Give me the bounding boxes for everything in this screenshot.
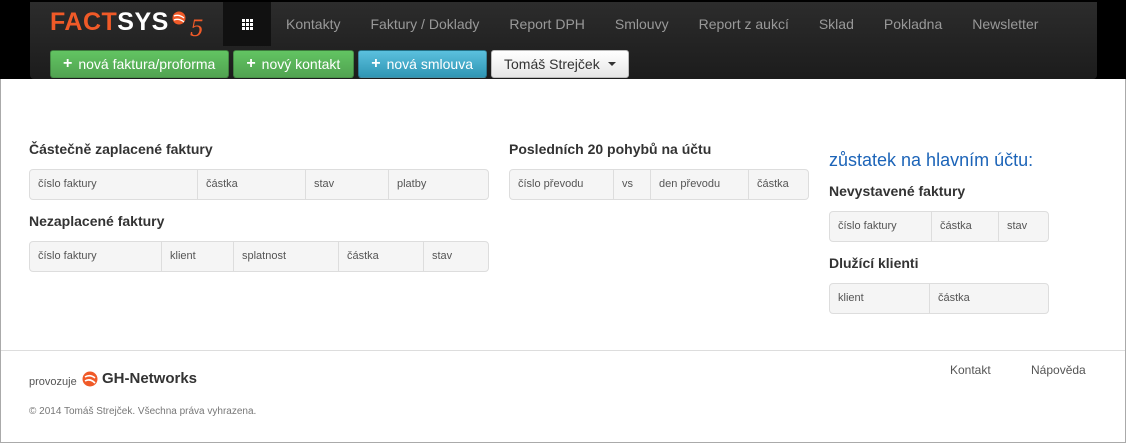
table-header-cell[interactable]: částka (748, 170, 808, 199)
navbar: FACT SYS 5 Kontakty Faktury / Doklady Rep… (30, 2, 1097, 79)
gh-networks-logo[interactable]: GH-Networks (82, 370, 197, 387)
table-header-cell[interactable]: číslo faktury (30, 170, 197, 199)
partial-invoices-title: Částečně zaplacené faktury (29, 141, 213, 157)
plus-icon: + (63, 55, 73, 72)
new-contract-button[interactable]: + nová smlouva (358, 50, 487, 78)
unpaid-invoices-table: číslo faktury klient splatnost částka st… (29, 241, 489, 272)
footer-divider (1, 350, 1125, 351)
footer-link-napoveda[interactable]: Nápověda (1031, 363, 1086, 377)
table-header-cell[interactable]: částka (197, 170, 305, 199)
new-contact-button[interactable]: + nový kontakt (233, 50, 355, 78)
debtors-table: klient částka (829, 283, 1049, 314)
nav-faktury[interactable]: Faktury / Doklady (355, 2, 494, 46)
copyright-text: © 2014 Tomáš Strejček. Všechna práva vyh… (29, 406, 257, 417)
plus-icon: + (246, 55, 256, 72)
account-movements-table: číslo převodu vs den převodu částka (509, 169, 809, 200)
table-header-cell[interactable]: klient (830, 284, 929, 313)
operated-by-label: provozuje (29, 376, 77, 388)
new-contract-label: nová smlouva (386, 56, 473, 72)
nav-report-aukci[interactable]: Report z aukcí (684, 2, 804, 46)
brand-logo[interactable]: FACT SYS 5 (50, 8, 204, 42)
brand-version: 5 (189, 17, 205, 42)
partial-invoices-table: číslo faktury částka stav platby (29, 169, 489, 200)
brand-name-b: SYS (117, 8, 169, 36)
main-nav: Kontakty Faktury / Doklady Report DPH Sm… (271, 2, 1053, 46)
table-header-cell[interactable]: stav (998, 212, 1048, 241)
grid-icon (241, 18, 253, 30)
table-header-cell[interactable]: stav (305, 170, 388, 199)
new-invoice-label: nová faktura/proforma (78, 56, 216, 72)
footer-link-kontakt[interactable]: Kontakt (950, 363, 991, 377)
table-header-cell[interactable]: číslo faktury (30, 242, 161, 271)
table-header-cell[interactable]: číslo faktury (830, 212, 931, 241)
unpaid-invoices-title: Nezaplacené faktury (29, 213, 165, 229)
nav-sklad[interactable]: Sklad (804, 2, 869, 46)
action-bar: + nová faktura/proforma + nový kontakt +… (50, 50, 629, 78)
nav-report-dph[interactable]: Report DPH (494, 2, 599, 46)
unissued-invoices-title: Nevystavené faktury (829, 183, 966, 199)
plus-icon: + (371, 55, 381, 72)
unissued-invoices-table: číslo faktury částka stav (829, 211, 1049, 242)
user-name: Tomáš Strejček (504, 56, 600, 72)
debtors-title: Dlužící klienti (829, 255, 919, 271)
balance-title: zůstatek na hlavním účtu: (829, 150, 1034, 170)
user-menu-button[interactable]: Tomáš Strejček (491, 50, 629, 78)
nav-newsletter[interactable]: Newsletter (957, 2, 1053, 46)
table-header-cell[interactable]: částka (931, 212, 998, 241)
table-header-cell[interactable]: splatnost (233, 242, 338, 271)
account-movements-title: Posledních 20 pohybů na účtu (509, 141, 712, 157)
table-header-cell[interactable]: platby (388, 170, 488, 199)
new-contact-label: nový kontakt (261, 56, 341, 72)
gh-networks-icon (82, 371, 98, 386)
table-header-cell[interactable]: stav (423, 242, 488, 271)
top-bar: FACT SYS 5 Kontakty Faktury / Doklady Rep… (0, 0, 1126, 79)
company-name: GH-Networks (102, 370, 198, 387)
ball-icon (172, 11, 186, 25)
new-invoice-button[interactable]: + nová faktura/proforma (50, 50, 230, 78)
table-header-cell[interactable]: den převodu (650, 170, 748, 199)
table-header-cell[interactable]: částka (338, 242, 423, 271)
table-header-cell[interactable]: číslo převodu (510, 170, 613, 199)
table-header-cell[interactable]: klient (161, 242, 233, 271)
apps-button[interactable] (223, 2, 271, 46)
brand-name-a: FACT (50, 8, 118, 36)
caret-down-icon (607, 62, 616, 66)
table-header-cell[interactable]: částka (929, 284, 1048, 313)
nav-smlouvy[interactable]: Smlouvy (600, 2, 684, 46)
table-header-cell[interactable]: vs (613, 170, 650, 199)
nav-kontakty[interactable]: Kontakty (271, 2, 355, 46)
nav-pokladna[interactable]: Pokladna (869, 2, 957, 46)
